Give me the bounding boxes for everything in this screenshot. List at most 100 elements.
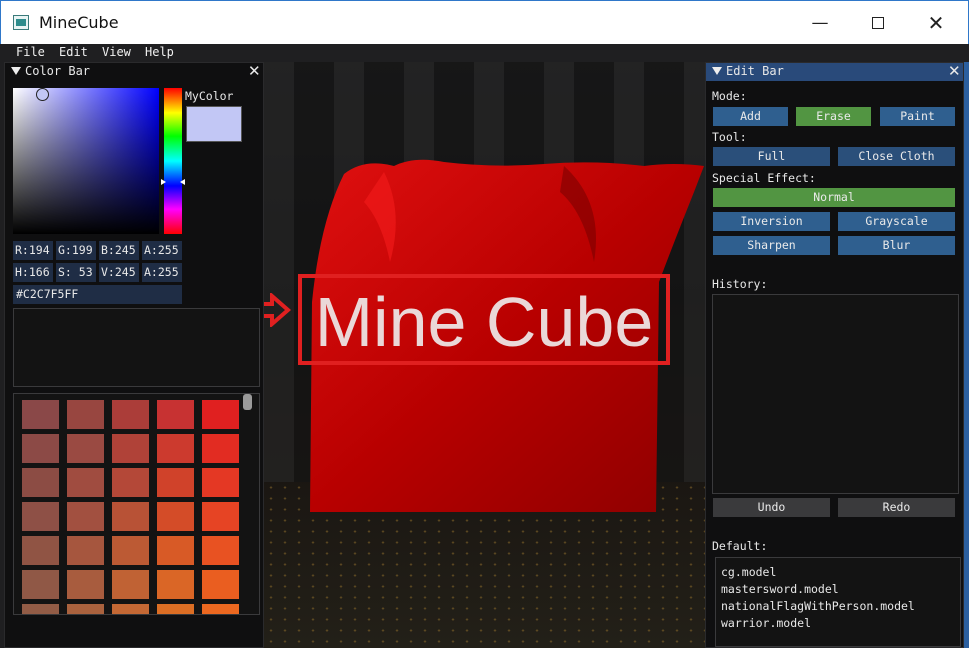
scene-viewport[interactable]: Mine Cube xyxy=(264,62,706,648)
menu-view[interactable]: View xyxy=(102,45,131,59)
default-label: Default: xyxy=(712,539,768,553)
mode-label: Mode: xyxy=(712,89,747,103)
hue-slider[interactable] xyxy=(164,88,182,234)
edit-bar-title: Edit Bar xyxy=(726,64,784,78)
color-picker-handle[interactable] xyxy=(36,88,49,101)
default-model-item[interactable]: cg.model xyxy=(721,565,776,579)
palette-swatch[interactable] xyxy=(112,536,149,565)
color-bar-header[interactable]: Color Bar ✕ xyxy=(5,62,263,81)
default-model-item[interactable]: warrior.model xyxy=(721,616,811,630)
history-label: History: xyxy=(712,277,768,291)
palette-swatch[interactable] xyxy=(112,400,149,429)
effect-inversion-button[interactable]: Inversion xyxy=(713,212,830,231)
palette-swatch[interactable] xyxy=(67,570,104,599)
palette-swatch[interactable] xyxy=(157,434,194,463)
palette-swatch[interactable] xyxy=(22,400,59,429)
default-model-item[interactable]: nationalFlagWithPerson.model xyxy=(721,599,915,613)
palette-swatch[interactable] xyxy=(112,434,149,463)
red-input[interactable]: R:194 xyxy=(13,241,53,260)
palette-swatch[interactable] xyxy=(22,468,59,497)
palette-swatch[interactable] xyxy=(202,570,239,599)
palette-swatch[interactable] xyxy=(22,570,59,599)
default-model-item[interactable]: mastersword.model xyxy=(721,582,839,596)
banner-frame: Mine Cube xyxy=(298,274,670,365)
palette-swatch[interactable] xyxy=(157,468,194,497)
mode-paint-button[interactable]: Paint xyxy=(880,107,955,126)
menu-bar: File Edit View Help xyxy=(0,44,969,62)
palette-scrollbar[interactable] xyxy=(243,394,252,410)
palette-swatch[interactable] xyxy=(67,604,104,614)
palette-swatch[interactable] xyxy=(67,502,104,531)
green-input[interactable]: G:199 xyxy=(56,241,96,260)
palette-swatch[interactable] xyxy=(202,434,239,463)
color-palette[interactable] xyxy=(13,393,260,615)
app-icon xyxy=(13,15,29,30)
history-list[interactable] xyxy=(712,294,959,494)
palette-swatch[interactable] xyxy=(67,434,104,463)
effect-blur-button[interactable]: Blur xyxy=(838,236,955,255)
undo-button[interactable]: Undo xyxy=(713,498,830,517)
special-effect-label: Special Effect: xyxy=(712,171,816,185)
palette-swatch[interactable] xyxy=(22,604,59,614)
close-icon[interactable]: ✕ xyxy=(248,62,261,80)
maximize-button[interactable] xyxy=(849,1,907,45)
palette-swatch[interactable] xyxy=(157,536,194,565)
palette-swatch[interactable] xyxy=(202,400,239,429)
palette-swatch[interactable] xyxy=(112,604,149,614)
close-icon[interactable]: ✕ xyxy=(948,62,961,80)
redo-button[interactable]: Redo xyxy=(838,498,955,517)
tool-full-button[interactable]: Full xyxy=(713,147,830,166)
menu-help[interactable]: Help xyxy=(145,45,174,59)
edit-bar-panel: Edit Bar ✕ Mode: Add Erase Paint Tool: F… xyxy=(705,62,964,648)
palette-swatch[interactable] xyxy=(157,502,194,531)
window-edge-right xyxy=(964,62,969,648)
palette-swatch[interactable] xyxy=(67,536,104,565)
mode-add-button[interactable]: Add xyxy=(713,107,788,126)
mycolor-swatch[interactable] xyxy=(186,106,242,142)
value-input[interactable]: V:245 xyxy=(99,263,139,282)
palette-swatch[interactable] xyxy=(157,400,194,429)
color-preview-area xyxy=(13,308,260,387)
default-models-list: cg.model mastersword.model nationalFlagW… xyxy=(715,557,961,647)
menu-edit[interactable]: Edit xyxy=(59,45,88,59)
alpha-hsv-input[interactable]: A:255 xyxy=(142,263,182,282)
palette-swatch[interactable] xyxy=(157,604,194,614)
banner-text: Mine Cube xyxy=(314,283,654,361)
palette-swatch[interactable] xyxy=(22,502,59,531)
tool-close-cloth-button[interactable]: Close Cloth xyxy=(838,147,955,166)
edit-bar-header[interactable]: Edit Bar ✕ xyxy=(706,62,963,81)
palette-swatch[interactable] xyxy=(202,468,239,497)
title-bar: MineCube — ✕ xyxy=(0,0,969,44)
alpha-input[interactable]: A:255 xyxy=(142,241,182,260)
close-window-button[interactable]: ✕ xyxy=(907,1,965,45)
collapse-arrow-icon[interactable] xyxy=(712,67,722,75)
effect-sharpen-button[interactable]: Sharpen xyxy=(713,236,830,255)
hue-slider-handle[interactable] xyxy=(161,179,185,185)
palette-swatch[interactable] xyxy=(112,502,149,531)
saturation-input[interactable]: S: 53 xyxy=(56,263,96,282)
menu-file[interactable]: File xyxy=(16,45,45,59)
color-bar-panel: Color Bar ✕ MyColor R:194 G:199 B:245 A:… xyxy=(4,62,264,648)
palette-swatch[interactable] xyxy=(202,604,239,614)
color-bar-title: Color Bar xyxy=(25,64,91,78)
maximize-icon xyxy=(872,17,884,29)
palette-swatch[interactable] xyxy=(157,570,194,599)
palette-swatch[interactable] xyxy=(202,536,239,565)
palette-swatch[interactable] xyxy=(202,502,239,531)
palette-swatch[interactable] xyxy=(67,468,104,497)
effect-grayscale-button[interactable]: Grayscale xyxy=(838,212,955,231)
palette-swatch[interactable] xyxy=(112,570,149,599)
palette-swatch[interactable] xyxy=(67,400,104,429)
palette-swatch[interactable] xyxy=(112,468,149,497)
hue-input[interactable]: H:166 xyxy=(13,263,53,282)
mode-erase-button[interactable]: Erase xyxy=(796,107,871,126)
palette-swatch[interactable] xyxy=(22,536,59,565)
blue-input[interactable]: B:245 xyxy=(99,241,139,260)
palette-swatch[interactable] xyxy=(22,434,59,463)
tool-label: Tool: xyxy=(712,130,747,144)
collapse-arrow-icon[interactable] xyxy=(11,67,21,75)
hex-color-input[interactable]: #C2C7F5FF xyxy=(13,285,182,304)
effect-normal-button[interactable]: Normal xyxy=(713,188,955,207)
minimize-button[interactable]: — xyxy=(791,1,849,45)
saturation-value-picker[interactable] xyxy=(13,88,159,234)
